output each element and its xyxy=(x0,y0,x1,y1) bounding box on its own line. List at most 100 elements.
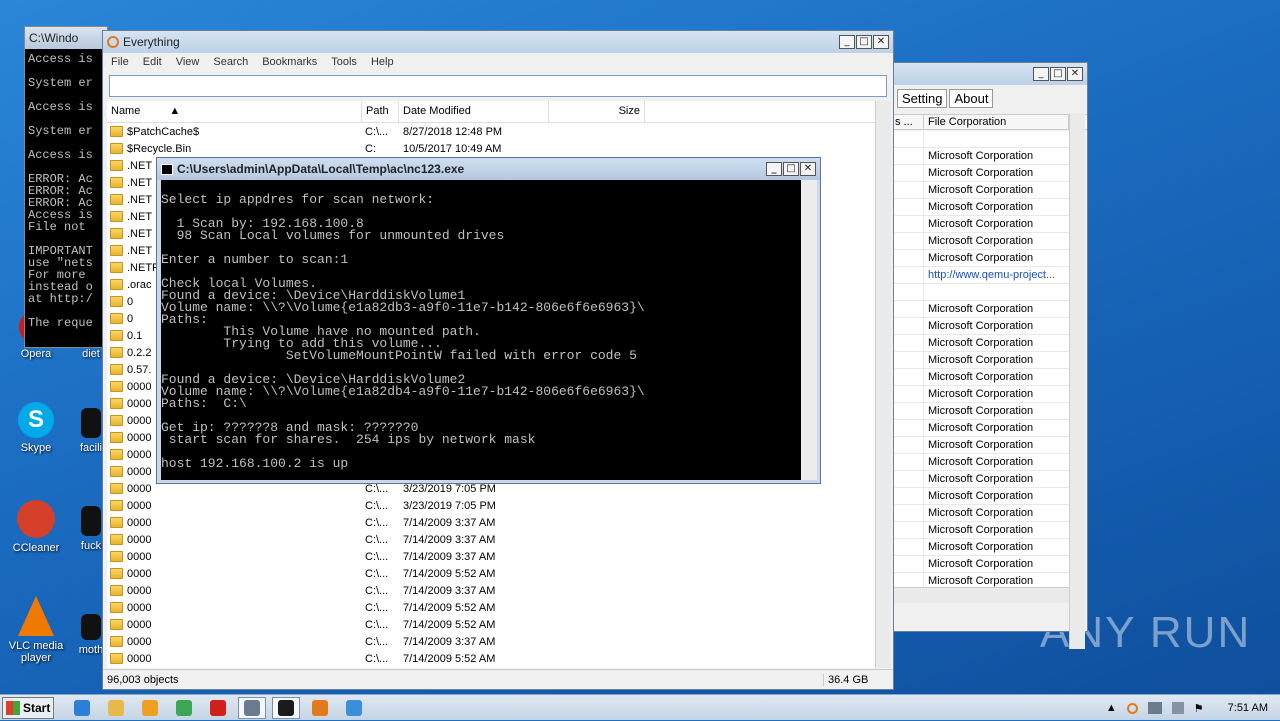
file-row[interactable]: 0000 C:\... 7/14/2009 3:37 AM xyxy=(107,582,875,599)
process-window[interactable]: _ □ ✕ Setting About s ... File Corporati… xyxy=(890,62,1088,649)
process-row[interactable]: http://www.qemu-project... xyxy=(891,267,1069,284)
file-row[interactable]: $PatchCache$ C:\... 8/27/2018 12:48 PM xyxy=(107,123,875,140)
maximize-button[interactable]: □ xyxy=(1050,67,1066,81)
tab-setting[interactable]: Setting xyxy=(897,89,948,108)
process-titlebar[interactable]: _ □ ✕ xyxy=(891,63,1087,85)
file-row[interactable]: 0000 C:\... 7/14/2009 3:37 AM xyxy=(107,531,875,548)
column-header-path[interactable]: Path xyxy=(362,101,399,122)
process-row[interactable]: Microsoft Corporation xyxy=(891,454,1069,471)
taskbar-explorer-button[interactable] xyxy=(102,697,130,719)
process-row[interactable]: Microsoft Corporation xyxy=(891,233,1069,250)
file-row[interactable]: 0000 C:\... 7/14/2009 5:52 AM xyxy=(107,565,875,582)
minimize-button[interactable]: _ xyxy=(766,162,782,176)
menu-view[interactable]: View xyxy=(176,56,200,70)
taskbar-media-button[interactable] xyxy=(136,697,164,719)
menu-tools[interactable]: Tools xyxy=(331,56,357,70)
process-row[interactable]: Microsoft Corporation xyxy=(891,505,1069,522)
file-row[interactable]: 0000 C:\... 7/14/2009 5:52 AM xyxy=(107,616,875,633)
desktop-icon-vlc[interactable]: VLC media player xyxy=(4,596,68,664)
tray-search-icon[interactable] xyxy=(1126,702,1138,714)
process-row[interactable]: Microsoft Corporation xyxy=(891,199,1069,216)
process-row[interactable]: Microsoft Corporation xyxy=(891,148,1069,165)
close-button[interactable]: ✕ xyxy=(800,162,816,176)
process-row[interactable]: Microsoft Corporation xyxy=(891,471,1069,488)
process-row[interactable] xyxy=(891,284,1069,301)
flag-icon[interactable]: ⚑ xyxy=(1194,702,1204,715)
cmd-line: at http:/ xyxy=(28,292,93,306)
everything-titlebar[interactable]: Everything _ □ ✕ xyxy=(103,31,893,53)
file-row[interactable]: 0000 C:\... 7/14/2009 3:37 AM xyxy=(107,514,875,531)
process-row[interactable]: Microsoft Corporation xyxy=(891,318,1069,335)
file-name: .NET xyxy=(127,244,153,257)
cmd-titlebar[interactable]: C:\Windo xyxy=(25,27,107,49)
process-row[interactable]: Microsoft Corporation xyxy=(891,301,1069,318)
file-list-vertical-scrollbar[interactable] xyxy=(875,101,891,668)
process-row[interactable]: Microsoft Corporation xyxy=(891,369,1069,386)
file-name-cell: 0000 xyxy=(107,584,362,597)
process-vertical-scrollbar[interactable] xyxy=(1069,113,1085,649)
file-row[interactable]: $Recycle.Bin C: 10/5/2017 10:49 AM xyxy=(107,140,875,157)
taskbar-cmd-button[interactable] xyxy=(272,696,300,719)
file-date: 10/5/2017 10:49 AM xyxy=(403,142,502,155)
process-row[interactable]: Microsoft Corporation xyxy=(891,352,1069,369)
process-row[interactable]: Microsoft Corporation xyxy=(891,420,1069,437)
start-button[interactable]: Start xyxy=(2,696,54,719)
taskbar-window-button[interactable] xyxy=(238,696,266,719)
column-header-size[interactable]: Size xyxy=(549,101,645,122)
process-row[interactable]: Microsoft Corporation xyxy=(891,522,1069,539)
process-row[interactable]: Microsoft Corporation xyxy=(891,386,1069,403)
process-row[interactable]: Microsoft Corporation xyxy=(891,403,1069,420)
close-button[interactable]: ✕ xyxy=(1067,67,1083,81)
menu-help[interactable]: Help xyxy=(371,56,394,70)
process-row[interactable]: Microsoft Corporation xyxy=(891,556,1069,573)
file-row[interactable]: 0000 C:\... 7/14/2009 5:52 AM xyxy=(107,650,875,667)
process-row[interactable]: Microsoft Corporation xyxy=(891,182,1069,199)
process-row[interactable]: Microsoft Corporation xyxy=(891,335,1069,352)
taskbar-chrome-button[interactable] xyxy=(170,697,198,719)
menu-search[interactable]: Search xyxy=(213,56,248,70)
maximize-button[interactable]: □ xyxy=(783,162,799,176)
process-row[interactable]: Microsoft Corporation xyxy=(891,488,1069,505)
tray-arrow-icon[interactable]: ▲ xyxy=(1106,702,1117,714)
process-row[interactable]: Microsoft Corporation xyxy=(891,165,1069,182)
process-company: Microsoft Corporation xyxy=(928,167,1034,179)
menu-edit[interactable]: Edit xyxy=(143,56,162,70)
process-row[interactable] xyxy=(891,131,1069,148)
column-header[interactable]: s ... xyxy=(891,115,924,129)
clock[interactable]: 7:51 AM xyxy=(1228,702,1268,714)
file-row[interactable]: 0000 C:\... 7/14/2009 5:52 AM xyxy=(107,599,875,616)
column-header-name[interactable]: Name ▲ xyxy=(107,101,362,122)
nc123-console-window[interactable]: C:\Users\admin\AppData\Local\Temp\ac\nc1… xyxy=(156,157,821,484)
file-row[interactable]: 0000 C:\... 7/14/2009 3:37 AM xyxy=(107,633,875,650)
cmd-title: C:\Windo xyxy=(29,31,79,45)
column-header-date[interactable]: Date Modified xyxy=(399,101,549,122)
taskbar-ie-button[interactable] xyxy=(68,697,96,719)
file-row[interactable]: 0000 C:\... 3/23/2019 7:05 PM xyxy=(107,497,875,514)
folder-icon xyxy=(110,534,123,545)
close-button[interactable]: ✕ xyxy=(873,35,889,49)
taskbar-everything-button[interactable] xyxy=(306,697,334,719)
minimize-button[interactable]: _ xyxy=(839,35,855,49)
console-titlebar[interactable]: C:\Users\admin\AppData\Local\Temp\ac\nc1… xyxy=(157,158,820,180)
file-row[interactable]: 0000 C:\... 7/14/2009 3:37 AM xyxy=(107,548,875,565)
maximize-button[interactable]: □ xyxy=(856,35,872,49)
taskbar-app-button[interactable] xyxy=(340,697,368,719)
console-vertical-scrollbar[interactable] xyxy=(801,180,817,480)
process-row[interactable]: Microsoft Corporation xyxy=(891,437,1069,454)
process-row[interactable]: Microsoft Corporation xyxy=(891,250,1069,267)
column-header-file-corporation[interactable]: File Corporation xyxy=(924,115,1069,129)
desktop-icon-ccleaner[interactable]: CCleaner xyxy=(4,500,68,554)
search-input[interactable] xyxy=(109,75,887,97)
tab-about[interactable]: About xyxy=(949,89,994,108)
process-row[interactable]: Microsoft Corporation xyxy=(891,539,1069,556)
volume-icon[interactable] xyxy=(1171,702,1184,714)
menu-bookmarks[interactable]: Bookmarks xyxy=(262,56,317,70)
process-row[interactable]: Microsoft Corporation xyxy=(891,216,1069,233)
desktop-icon-skype[interactable]: S Skype xyxy=(4,402,68,454)
menu-file[interactable]: File xyxy=(111,56,129,70)
minimize-button[interactable]: _ xyxy=(1033,67,1049,81)
cmd-window[interactable]: C:\Windo Access is System er Access is Syst… xyxy=(24,26,108,348)
taskbar-opera-button[interactable] xyxy=(204,697,232,719)
network-icon[interactable] xyxy=(1147,702,1162,714)
process-horizontal-scrollbar[interactable] xyxy=(891,587,1069,603)
